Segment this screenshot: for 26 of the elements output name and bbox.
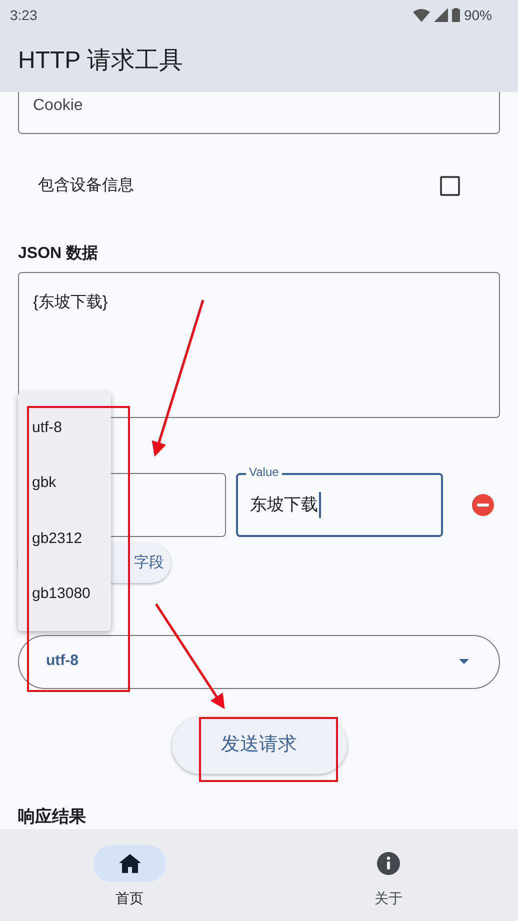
app-title: HTTP 请求工具 xyxy=(18,46,183,76)
value-text: 东坡下载 xyxy=(250,492,321,518)
dropdown-caret-icon xyxy=(459,659,469,664)
battery-icon xyxy=(452,8,460,22)
menu-item[interactable]: gbk xyxy=(18,456,111,511)
response-label: 响应结果 xyxy=(18,806,87,828)
device-info-checkbox[interactable] xyxy=(440,176,460,196)
info-icon xyxy=(377,852,400,875)
status-time: 3:23 xyxy=(10,6,38,24)
signal-icon xyxy=(434,8,448,22)
nav-label: 首页 xyxy=(116,889,144,908)
remove-icon[interactable] xyxy=(471,493,495,517)
battery-percent: 90% xyxy=(464,6,492,24)
home-icon xyxy=(118,854,140,873)
value-field-label: Value xyxy=(246,465,282,479)
nav-item[interactable]: 首页 xyxy=(0,829,259,921)
nav-item[interactable]: 关于 xyxy=(259,829,518,921)
checkbox-label: 包含设备信息 xyxy=(38,176,134,196)
send-button[interactable]: 发送请求 xyxy=(172,716,346,774)
nav-label: 关于 xyxy=(374,889,402,908)
encoding-dropdown[interactable]: utf-8 xyxy=(18,634,500,688)
json-label: JSON 数据 xyxy=(18,244,100,264)
cookie-field[interactable]: Cookie xyxy=(18,92,500,134)
wifi-icon xyxy=(412,8,430,22)
menu-item[interactable]: gb13080 xyxy=(18,566,111,622)
menu-item[interactable]: gb2312 xyxy=(18,511,111,566)
